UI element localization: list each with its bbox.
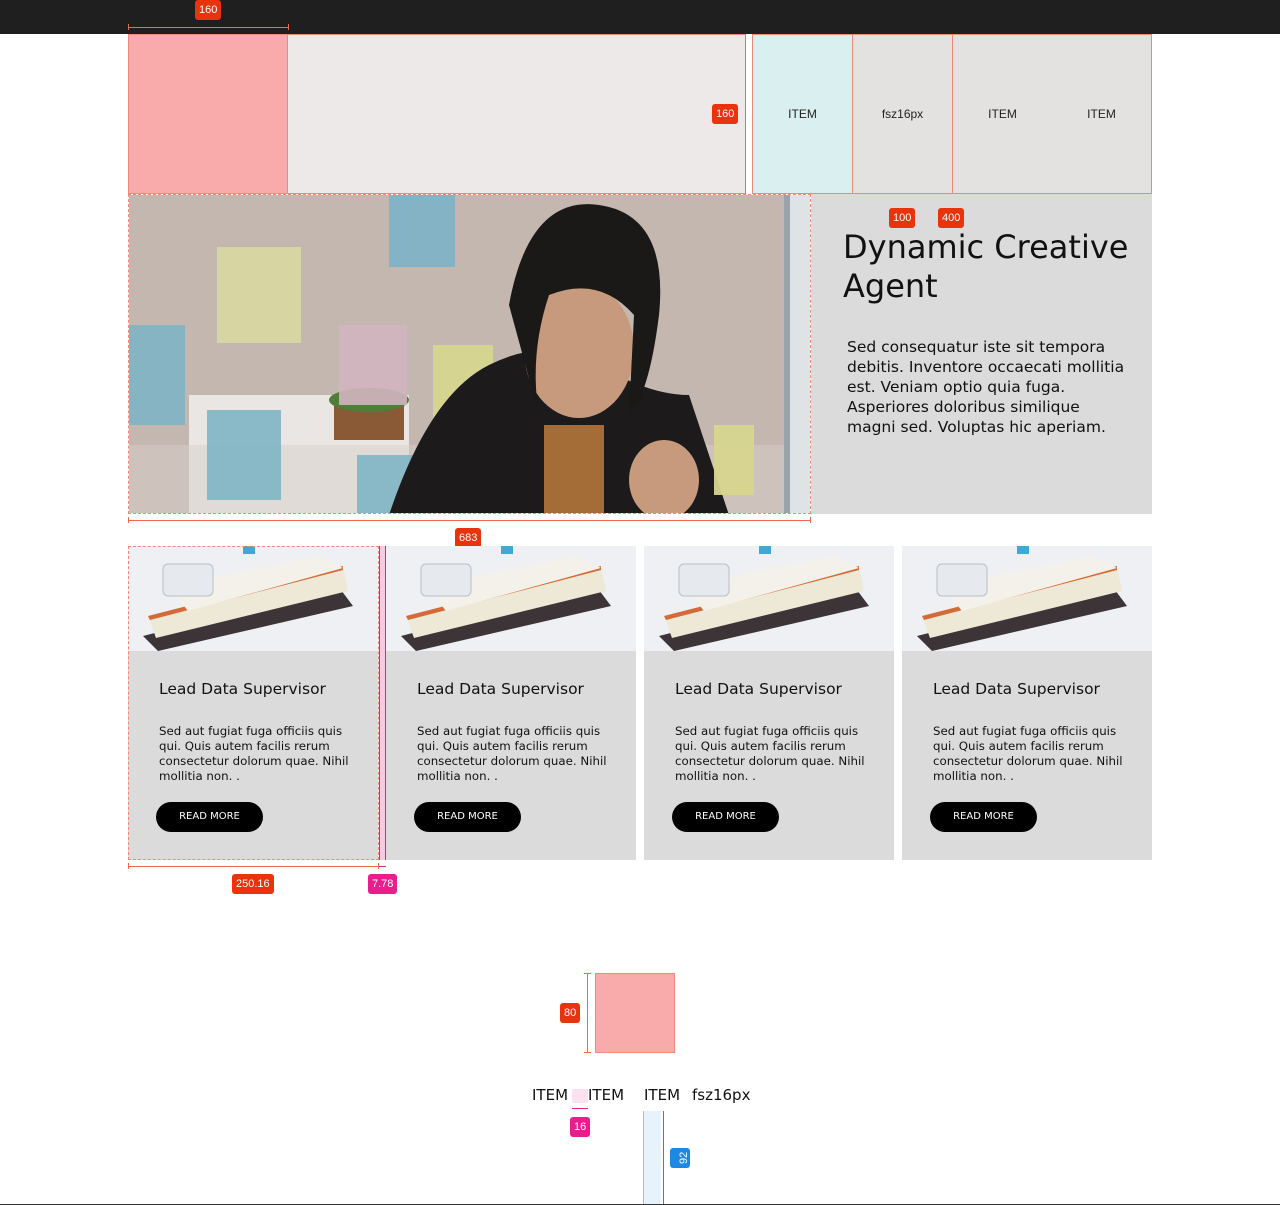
hero-text: Sed consequatur iste sit tempora debitis…: [847, 338, 1125, 436]
card-1: Lead Data Supervisor Sed aut fugiat fuga…: [128, 546, 378, 860]
logo-placeholder[interactable]: [128, 34, 288, 194]
nav-item-width-badge: 100: [889, 208, 916, 228]
books-illustration: [902, 546, 1152, 651]
card-image: [128, 546, 378, 651]
books-illustration: [386, 546, 636, 651]
card-3: Lead Data Supervisor Sed aut fugiat fuga…: [644, 546, 894, 860]
nav-height-badge: 92: [670, 1148, 690, 1168]
rule-cap: [584, 1052, 591, 1053]
header-height-badge: 160: [712, 104, 739, 124]
read-more-button[interactable]: READ MORE: [672, 802, 779, 832]
card-title: Lead Data Supervisor: [675, 680, 842, 698]
rule-tick: [128, 863, 129, 869]
card-image: [386, 546, 636, 651]
nav-width-badge: 400: [938, 208, 965, 228]
books-illustration: [128, 546, 378, 651]
read-more-button[interactable]: READ MORE: [930, 802, 1037, 832]
card-4: Lead Data Supervisor Sed aut fugiat fuga…: [902, 546, 1152, 860]
hero-title: Dynamic Creative Agent: [843, 228, 1129, 305]
card-image: [902, 546, 1152, 651]
card-text: Sed aut fugiat fuga officiis quis qui. Q…: [933, 724, 1123, 783]
top-bar: [0, 0, 1280, 34]
card-width-badge: 250.16: [232, 874, 274, 894]
logo-width-badge: 160: [195, 0, 222, 20]
nav-height-rule: [663, 1111, 664, 1205]
card-image: [644, 546, 894, 651]
header-height-rule: [745, 34, 746, 194]
header-spacer: [288, 34, 746, 194]
hero-photo-illustration: [129, 195, 810, 513]
card-2: Lead Data Supervisor Sed aut fugiat fuga…: [386, 546, 636, 860]
mobile-nav-item-2[interactable]: ITEM: [588, 1086, 624, 1104]
rule-tick: [128, 517, 129, 523]
card-title: Lead Data Supervisor: [417, 680, 584, 698]
mobile-nav-item-3[interactable]: ITEM: [644, 1086, 680, 1104]
card-gap-marker: [379, 546, 386, 860]
mobile-nav-item-4[interactable]: fsz16px: [692, 1086, 750, 1104]
card-gap-rule: [379, 866, 386, 867]
logo-width-rule: [128, 27, 288, 28]
card-title: Lead Data Supervisor: [933, 680, 1100, 698]
rule-tick: [810, 517, 811, 523]
mobile-logo-placeholder[interactable]: [595, 973, 675, 1053]
nav-gap-badge: 16: [570, 1117, 591, 1137]
card-text: Sed aut fugiat fuga officiis quis qui. Q…: [675, 724, 865, 783]
hero-image: [128, 194, 811, 514]
rule-tick: [128, 24, 129, 30]
mini-logo-height-badge: 80: [560, 1003, 581, 1023]
nav-item-3[interactable]: ITEM: [953, 35, 1052, 193]
hero-width-rule: [128, 520, 811, 521]
nav-item-2[interactable]: fsz16px: [853, 35, 953, 193]
nav-item-1[interactable]: ITEM: [753, 35, 853, 193]
rule-cap: [584, 973, 591, 974]
hero-width-badge: 683: [455, 528, 482, 548]
nav-gap-rule: [572, 1108, 588, 1109]
mobile-nav-item-1[interactable]: ITEM: [532, 1086, 568, 1104]
card-text: Sed aut fugiat fuga officiis quis qui. Q…: [417, 724, 607, 783]
card-width-rule: [128, 866, 379, 867]
main-nav: ITEM fsz16px ITEM ITEM: [752, 34, 1152, 194]
nav-height-marker: [643, 1111, 661, 1205]
mini-logo-height-rule: [587, 973, 588, 1053]
read-more-button[interactable]: READ MORE: [156, 802, 263, 832]
read-more-button[interactable]: READ MORE: [414, 802, 521, 832]
nav-item-4[interactable]: ITEM: [1052, 35, 1151, 193]
card-gap-badge: 7.78: [368, 874, 398, 894]
rule-tick: [288, 24, 289, 30]
nav-gap-marker: [572, 1089, 588, 1103]
card-title: Lead Data Supervisor: [159, 680, 326, 698]
card-text: Sed aut fugiat fuga officiis quis qui. Q…: [159, 724, 349, 783]
books-illustration: [644, 546, 894, 651]
